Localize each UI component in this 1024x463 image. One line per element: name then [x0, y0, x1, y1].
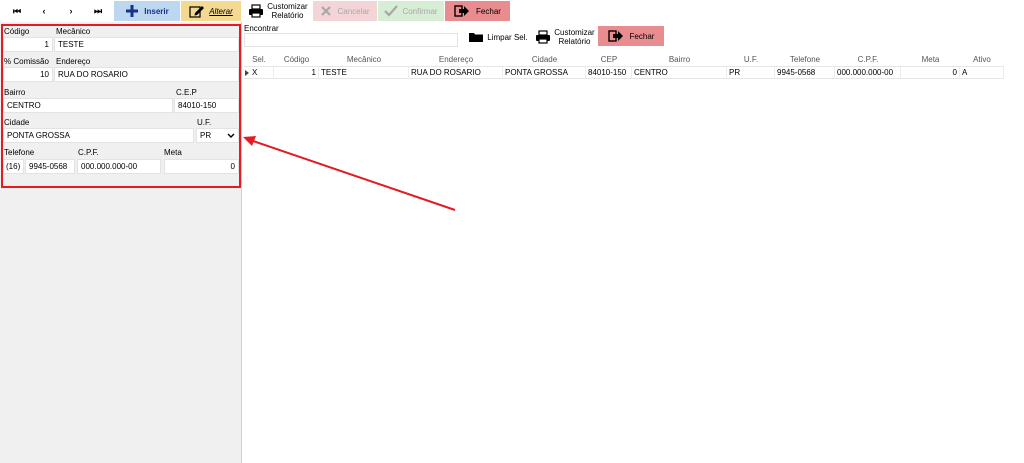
- first-record-icon: ⏮: [12, 5, 22, 16]
- last-record-icon: ⏭: [93, 5, 103, 16]
- close-icon: [321, 6, 332, 16]
- col-mecanico-header[interactable]: Mecânico: [319, 54, 409, 66]
- record-form-panel: Código Mecânico 1 TESTE % Comissão Ender…: [0, 22, 242, 463]
- col-cidade-header[interactable]: Cidade: [503, 54, 586, 66]
- col-cpf-header[interactable]: C.P.F.: [835, 54, 901, 66]
- next-record-button[interactable]: ›: [58, 1, 84, 21]
- records-list-panel: Encontrar Limpar Sel. Customizar Relatór…: [243, 22, 1024, 463]
- grid-header: Sel. Código Mecânico Endereço Cidade CEP…: [244, 54, 1004, 66]
- next-record-icon: ›: [69, 6, 73, 16]
- ddd-field[interactable]: (16): [3, 159, 24, 174]
- col-telefone-header[interactable]: Telefone: [775, 54, 835, 66]
- customizar-line2: Relatório: [271, 11, 304, 20]
- customizar-relatorio-list-button[interactable]: Customizar Relatório: [533, 27, 597, 47]
- col-bairro-header[interactable]: Bairro: [632, 54, 727, 66]
- cep-label: C.E.P: [176, 88, 197, 97]
- fechar-label: Fechar: [476, 6, 501, 16]
- cidade-field[interactable]: PONTA GROSSA: [3, 128, 194, 143]
- cell-cpf: 000.000.000-00: [835, 67, 901, 79]
- fechar-list-label: Fechar: [629, 31, 655, 41]
- cpf-label: C.P.F.: [78, 148, 99, 157]
- check-icon: [384, 5, 399, 17]
- row-indicator-icon: [245, 70, 249, 76]
- telefone-label: Telefone: [4, 148, 35, 157]
- cell-uf: PR: [727, 67, 775, 79]
- cell-codigo: 1: [274, 67, 319, 79]
- customizar-line1: Customizar: [267, 2, 308, 11]
- last-record-button[interactable]: ⏭: [85, 1, 111, 21]
- previous-record-icon: ‹: [42, 6, 46, 16]
- cep-field[interactable]: 84010-150: [174, 98, 239, 113]
- printer-icon: [249, 4, 264, 18]
- bairro-label: Bairro: [4, 88, 26, 97]
- printer-icon: [536, 30, 551, 44]
- customizar-relatorio-button[interactable]: Customizar Relatório: [245, 1, 311, 21]
- edit-icon: [189, 6, 205, 18]
- col-meta-header[interactable]: Meta: [901, 54, 960, 66]
- meta-label: Meta: [164, 148, 182, 157]
- cell-bairro: CENTRO: [632, 67, 727, 79]
- cell-meta: 0: [901, 67, 960, 79]
- mecanico-label: Mecânico: [56, 27, 91, 36]
- mecanico-field[interactable]: TESTE: [54, 37, 239, 52]
- customizar-list-line2: Relatório: [558, 37, 591, 46]
- cell-cep: 84010-150: [586, 67, 632, 79]
- cell-telefone: 9945-0568: [775, 67, 835, 79]
- codigo-field[interactable]: 1: [3, 37, 53, 52]
- col-uf-header[interactable]: U.F.: [727, 54, 775, 66]
- bairro-field[interactable]: CENTRO: [3, 98, 173, 113]
- col-cep-header[interactable]: CEP: [586, 54, 632, 66]
- chevron-down-icon: [227, 133, 235, 138]
- uf-label: U.F.: [197, 118, 212, 127]
- main-toolbar: ⏮ ‹ › ⏭ Inserir Alterar Customizar Relat…: [0, 0, 1024, 22]
- cpf-field[interactable]: 000.000.000-00: [77, 159, 161, 174]
- first-record-button[interactable]: ⏮: [4, 1, 30, 21]
- limpar-sel-label: Limpar Sel.: [487, 32, 528, 42]
- col-sel-header[interactable]: Sel.: [244, 54, 274, 66]
- codigo-label: Código: [4, 27, 30, 36]
- inserir-label: Inserir: [144, 6, 169, 16]
- cell-sel[interactable]: X: [250, 67, 274, 79]
- endereco-label: Endereço: [56, 57, 91, 66]
- folder-icon: [469, 33, 484, 42]
- comissao-label: % Comissão: [4, 57, 49, 66]
- cell-endereco: RUA DO ROSARIO: [409, 67, 503, 79]
- confirmar-label: Confirmar: [402, 6, 438, 16]
- meta-field[interactable]: 0: [164, 159, 239, 174]
- cancelar-button[interactable]: Cancelar: [313, 1, 377, 21]
- alterar-button[interactable]: Alterar: [181, 1, 241, 21]
- cidade-label: Cidade: [4, 118, 30, 127]
- customizar-list-line1: Customizar: [554, 28, 595, 37]
- table-row[interactable]: X 1 TESTE RUA DO ROSARIO PONTA GROSSA 84…: [244, 66, 1004, 79]
- col-codigo-header[interactable]: Código: [274, 54, 319, 66]
- previous-record-button[interactable]: ‹: [31, 1, 57, 21]
- fechar-list-button[interactable]: Fechar: [598, 26, 664, 46]
- telefone-field[interactable]: 9945-0568: [25, 159, 75, 174]
- exit-icon: [454, 5, 470, 17]
- endereco-field[interactable]: RUA DO ROSARIO: [54, 67, 239, 82]
- encontrar-label: Encontrar: [244, 24, 279, 33]
- cell-mecanico: TESTE: [319, 67, 409, 79]
- cancelar-label: Cancelar: [337, 6, 370, 16]
- encontrar-input[interactable]: [244, 33, 458, 47]
- uf-value: PR: [200, 131, 212, 140]
- cell-cidade: PONTA GROSSA: [503, 67, 586, 79]
- alterar-label: Alterar: [209, 6, 233, 16]
- exit-icon: [607, 30, 623, 42]
- comissao-field[interactable]: 10: [3, 67, 53, 82]
- confirmar-button[interactable]: Confirmar: [378, 1, 444, 21]
- limpar-sel-button[interactable]: Limpar Sel.: [465, 27, 531, 47]
- fechar-button[interactable]: Fechar: [445, 1, 510, 21]
- col-endereco-header[interactable]: Endereço: [409, 54, 503, 66]
- uf-select[interactable]: PR: [196, 128, 239, 143]
- col-ativo-header[interactable]: Ativo: [960, 54, 1004, 66]
- cell-ativo: A: [960, 67, 1004, 79]
- customizar-relatorio-list-label: Customizar Relatório: [554, 28, 594, 46]
- inserir-button[interactable]: Inserir: [114, 1, 180, 21]
- customizar-relatorio-label: Customizar Relatório: [267, 2, 307, 20]
- plus-icon: [126, 5, 139, 17]
